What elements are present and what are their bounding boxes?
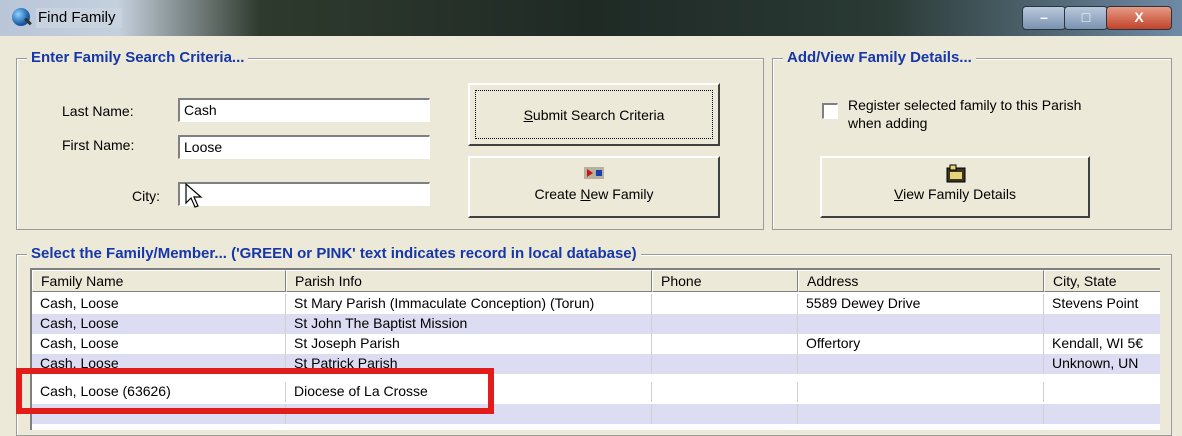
row-family-name: Cash, Loose <box>32 314 286 334</box>
row-parish-info: St Joseph Parish <box>286 334 652 354</box>
first-name-label: First Name: <box>62 137 135 153</box>
table-row[interactable]: Cash, Loose St Mary Parish (Immaculate C… <box>32 294 1160 314</box>
row-city-state: Stevens Point <box>1044 294 1160 314</box>
city-field[interactable] <box>178 182 430 206</box>
row-phone <box>652 354 798 374</box>
row-family-name: Cash, Loose <box>32 334 286 354</box>
row-phone <box>652 294 798 314</box>
row-address <box>798 354 1044 374</box>
row-city-state: Unknown, UN <box>1044 354 1160 374</box>
submit-search-button[interactable]: Submit Search Criteria <box>468 83 720 146</box>
register-parish-checkbox[interactable] <box>822 103 838 119</box>
row-parish-info: St Mary Parish (Immaculate Conception) (… <box>286 294 652 314</box>
row-city-state: Kendall, WI 5€ <box>1044 334 1160 354</box>
create-new-family-label: Create New Family <box>534 186 654 202</box>
row-address: 5589 Dewey Drive <box>798 294 1044 314</box>
details-group-title: Add/View Family Details... <box>783 49 976 66</box>
title-bar: Find Family – □ X <box>0 0 1182 36</box>
submit-search-label: Submit Search Criteria <box>523 106 665 123</box>
row-phone <box>652 314 798 334</box>
row-address <box>798 314 1044 334</box>
city-label: City: <box>132 188 160 204</box>
column-header-city-state[interactable]: City, State <box>1044 270 1160 292</box>
mouse-cursor-icon <box>185 183 203 208</box>
column-header-family-name[interactable]: Family Name <box>32 270 286 292</box>
table-row[interactable]: Cash, Loose St John The Baptist Mission <box>32 314 1160 334</box>
row-phone <box>652 382 798 402</box>
view-family-details-button[interactable]: View Family Details <box>820 156 1090 218</box>
column-header-phone[interactable]: Phone <box>652 270 798 292</box>
create-new-family-button[interactable]: Create New Family <box>468 156 720 218</box>
results-group-title: Select the Family/Member... ('GREEN or P… <box>27 245 641 262</box>
row-address: Offertory <box>798 334 1044 354</box>
first-name-field[interactable]: Loose <box>178 135 430 159</box>
row-address <box>798 382 1044 402</box>
register-label-line2: when adding <box>848 115 928 131</box>
row-city-state <box>1044 404 1160 424</box>
view-details-icon <box>946 164 966 183</box>
register-label-line1: Register selected family to this Parish <box>848 97 1082 113</box>
row-address <box>798 404 1044 424</box>
row-city-state <box>1044 382 1160 402</box>
highlight-annotation-box <box>16 368 494 414</box>
column-header-address[interactable]: Address <box>798 270 1044 292</box>
results-header-row: Family Name Parish Info Phone Address Ci… <box>32 270 1160 292</box>
column-header-parish-info[interactable]: Parish Info <box>286 270 652 292</box>
table-row[interactable]: Cash, Loose St Joseph Parish Offertory K… <box>32 334 1160 354</box>
row-phone <box>652 334 798 354</box>
app-search-icon <box>12 8 30 26</box>
last-name-field[interactable]: Cash <box>178 98 430 122</box>
search-group-title: Enter Family Search Criteria... <box>27 49 249 66</box>
minimize-button[interactable]: – <box>1022 6 1066 30</box>
view-family-details-label: View Family Details <box>894 186 1016 202</box>
row-family-name: Cash, Loose <box>32 294 286 314</box>
window-title: Find Family <box>36 8 122 28</box>
last-name-label: Last Name: <box>62 103 134 119</box>
maximize-button[interactable]: □ <box>1064 6 1108 30</box>
row-city-state <box>1044 314 1160 334</box>
row-phone <box>652 404 798 424</box>
register-parish-label: Register selected family to this Parish … <box>848 96 1081 132</box>
row-parish-info: St John The Baptist Mission <box>286 314 652 334</box>
close-button[interactable]: X <box>1106 6 1172 30</box>
create-family-icon <box>584 167 604 179</box>
